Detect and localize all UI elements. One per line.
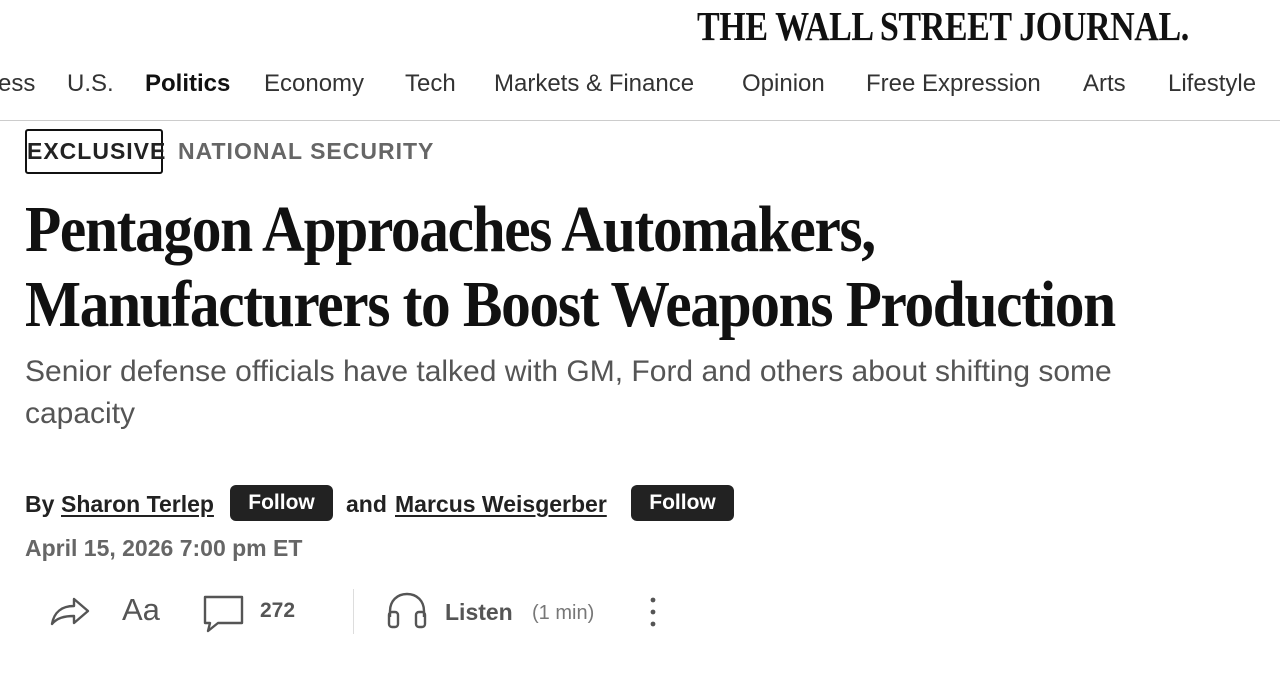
- more-options-button[interactable]: [641, 594, 665, 630]
- section-nav: ess U.S. Politics Economy Tech Markets &…: [0, 64, 1280, 104]
- comments-button[interactable]: [202, 594, 246, 634]
- listen-button[interactable]: [386, 591, 428, 631]
- headline-line-1: Pentagon Approaches Automakers,: [25, 193, 876, 266]
- follow-button-marcus-weisgerber[interactable]: Follow: [631, 485, 734, 521]
- listen-label[interactable]: Listen: [445, 596, 513, 628]
- listen-duration: (1 min): [532, 602, 595, 624]
- masthead-logo[interactable]: THE WALL STREET JOURNAL.: [697, 2, 1189, 50]
- nav-item-business[interactable]: ess: [0, 64, 35, 104]
- nav-item-tech[interactable]: Tech: [405, 64, 456, 104]
- author-link-marcus-weisgerber[interactable]: Marcus Weisgerber: [395, 485, 607, 523]
- follow-button-sharon-terlep[interactable]: Follow: [230, 485, 333, 521]
- nav-item-arts[interactable]: Arts: [1083, 64, 1126, 104]
- nav-item-economy[interactable]: Economy: [264, 64, 364, 104]
- more-vertical-icon: [650, 597, 656, 627]
- byline-by: By: [25, 491, 55, 517]
- share-button[interactable]: [48, 592, 92, 630]
- nav-item-opinion[interactable]: Opinion: [742, 64, 825, 104]
- nav-item-us[interactable]: U.S.: [67, 64, 114, 104]
- toolbar-divider: [353, 589, 354, 634]
- share-arrow-icon: [50, 597, 90, 626]
- nav-item-politics[interactable]: Politics: [145, 64, 230, 104]
- text-size-button[interactable]: Aa: [122, 590, 160, 630]
- byline-and: and: [346, 491, 387, 517]
- article-headline: Pentagon Approaches Automakers, Manufact…: [25, 192, 1141, 342]
- author-link-sharon-terlep[interactable]: Sharon Terlep: [61, 485, 214, 523]
- headphones-icon: [387, 592, 427, 629]
- article-dek: Senior defense officials have talked wit…: [25, 355, 1112, 430]
- nav-item-markets-finance[interactable]: Markets & Finance: [494, 64, 694, 104]
- headline-line-2: Manufacturers to Boost Weapons Productio…: [25, 268, 1116, 341]
- nav-divider: [0, 120, 1280, 121]
- section-label[interactable]: NATIONAL SECURITY: [178, 131, 434, 172]
- publish-timestamp: April 15, 2026 7:00 pm ET: [25, 535, 303, 561]
- comment-count[interactable]: 272: [260, 596, 295, 626]
- nav-item-free-expression[interactable]: Free Expression: [866, 64, 1041, 104]
- comment-bubble-icon: [203, 595, 244, 633]
- nav-item-lifestyle[interactable]: Lifestyle: [1168, 64, 1256, 104]
- exclusive-badge: EXCLUSIVE: [25, 129, 165, 174]
